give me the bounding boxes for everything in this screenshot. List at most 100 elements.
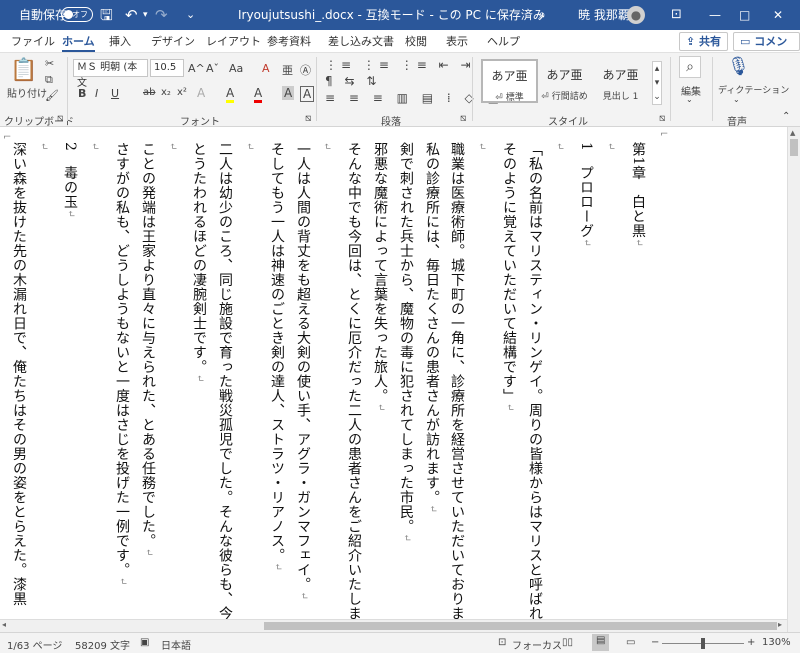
zoom-level[interactable]: 130% [762,637,791,648]
tab-references[interactable]: 参考資料 [267,33,311,49]
tab-insert[interactable]: 挿入 [109,33,131,49]
paragraph-mark: ↵ [605,142,616,151]
proofing-icon[interactable]: ▣ [140,637,149,648]
scroll-left-icon[interactable]: ◂ [2,620,6,629]
maximize-button[interactable]: □ [739,0,750,30]
ribbon-display-icon[interactable]: ⊡ [671,0,682,30]
paragraph-mark: ↵ [143,548,154,557]
autosave-toggle[interactable]: オフ [61,7,93,22]
paragraph-mark: ↵ [117,577,128,586]
paragraph-mark: ↵ [554,142,565,151]
tab-layout[interactable]: レイアウト [206,33,261,49]
zoom-slider-thumb[interactable] [701,638,705,649]
collapse-ribbon-icon[interactable]: ⌃ [782,111,790,122]
paste-label[interactable]: 貼り付け [7,85,47,100]
document-line: さすがの私も、どうしようもないと一度はさじを投げた一例です。↵ [112,142,132,586]
save-icon[interactable]: 🖫 [100,0,113,30]
vertical-scrollbar[interactable]: ▲ [787,127,800,632]
grow-font-icon[interactable]: A^ [188,62,205,75]
word-count[interactable]: 58209 文字 [75,637,130,652]
style-preview: あア亜 [491,69,528,83]
close-button[interactable]: ✕ [773,0,783,30]
highlight-icon[interactable]: A [226,86,235,103]
font-color-icon[interactable]: A [254,86,263,103]
line-text: 二人は幼少のころ、同じ施設で育った戦災孤児でした。そんな彼らも、今や [217,142,233,632]
bold-button[interactable]: B [78,87,86,100]
italic-button[interactable]: I [95,87,98,100]
vertical-scroll-thumb[interactable] [790,139,798,156]
shrink-font-icon[interactable]: Aˇ [206,62,219,75]
tab-help[interactable]: ヘルプ [487,33,520,49]
style-name: ⏎ 標準 [495,93,524,103]
web-layout-icon[interactable]: ▭ [626,637,635,648]
phonetic-guide-icon[interactable]: 亜 [282,62,293,78]
tab-home[interactable]: ホーム [62,33,95,52]
zoom-out-button[interactable]: − [651,637,659,648]
tab-view[interactable]: 表示 [446,33,468,49]
focus-icon[interactable]: ⊡ [498,637,506,648]
paragraph-mark: ↵ [167,142,178,151]
horizontal-scroll-thumb[interactable] [264,622,777,630]
scroll-right-icon[interactable]: ▸ [778,620,782,629]
char-border-icon[interactable]: A [300,86,315,102]
document-canvas[interactable]: ⌐ ⌐ 第1章 白と黒↵ ↵ 1 プロローグ↵ ↵ 「私の名前はマリスティン・リンゲイ。… [0,127,787,632]
language[interactable]: 日本語 [161,637,191,652]
text-effects-icon[interactable]: A [197,86,205,100]
style-preview: あア亜 [602,68,639,82]
styles-launcher-icon[interactable]: ⧅ [659,113,665,124]
find-icon[interactable]: ⌕ [679,56,701,78]
format-painter-icon[interactable]: 🖌 [45,89,59,102]
line-text: 私の診療所には、毎日たくさんの患者さんが訪れます。 [424,142,440,505]
tab-file[interactable]: ファイル [11,33,55,49]
zoom-in-button[interactable]: + [747,637,755,648]
undo-dropdown-icon[interactable]: ▾ [143,0,148,30]
enclose-char-icon[interactable]: Ⓐ [300,62,311,78]
font-size-field[interactable]: 10.5 [150,59,184,77]
print-layout-icon[interactable]: ▤ [592,634,610,651]
superscript-button[interactable]: x² [177,87,187,98]
font-launcher-icon[interactable]: ⧅ [305,113,311,124]
change-case-icon[interactable]: Aa [229,62,243,75]
styles-scroll[interactable]: ▴ ▾ ⌄ [652,61,662,105]
clear-formatting-icon[interactable]: A [262,62,270,75]
scroll-up-icon[interactable]: ▲ [790,129,795,137]
editing-dropdown-icon[interactable]: ⌄ [686,95,693,104]
copy-icon[interactable]: ⧉ [45,73,53,87]
minimize-button[interactable]: — [709,0,721,30]
share-button[interactable]: ⇪ 共有 [679,32,729,51]
subscript-button[interactable]: x₂ [161,87,171,98]
cut-icon[interactable]: ✂ [45,57,54,70]
list-icons[interactable]: ⋮≡ ⋮≡ ⋮≡ ⇤ ⇥ ⇵ [325,58,496,72]
paragraph-launcher-icon[interactable]: ⧅ [460,113,466,124]
paragraph-mark: ↵ [401,533,412,543]
sort-icons[interactable]: ¶ ⇆ ⇅ [325,74,380,88]
char-shading-icon[interactable]: A [282,86,295,100]
read-mode-icon[interactable]: ▯▯ [562,637,573,648]
line-text: 第1章 白と黒 [630,142,646,239]
clipboard-launcher-icon[interactable]: ⧅ [57,113,63,124]
dictation-label[interactable]: ディクテーション [718,83,789,96]
font-name-field[interactable]: ＭＳ 明朝 (本文 [73,59,148,89]
align-icons[interactable]: ≡ ≡ ≡ ▥ ▤ ⁞ ◇ ▦ [325,91,504,105]
tab-review[interactable]: 校閲 [405,33,427,49]
undo-icon[interactable]: ↶ [125,0,138,30]
style-normal[interactable]: あア亜 ⏎ 標準 [481,59,538,103]
strikethrough-button[interactable]: ab [143,87,155,98]
focus-label[interactable]: フォーカス [512,637,562,652]
underline-button[interactable]: U [111,87,119,100]
page-count[interactable]: 1/63 ページ [7,637,62,652]
style-no-spacing[interactable]: あア亜 ⏎ 行間詰め [536,59,593,103]
horizontal-scrollbar[interactable]: ◂ ▸ [0,619,787,632]
paste-icon[interactable]: 📋 [10,58,37,83]
redo-icon[interactable]: ↷ [155,0,168,30]
comments-button[interactable]: ▭ コメント [733,32,800,65]
tab-design[interactable]: デザイン [151,33,195,49]
style-heading-1[interactable]: あア亜 見出し 1 [592,59,649,103]
dictation-dropdown-icon[interactable]: ⌄ [733,95,740,104]
search-icon[interactable]: ⌕ [538,0,546,30]
line-text: 1 プロローグ [578,142,594,239]
microphone-icon[interactable]: 🎙 [727,56,750,77]
tab-mailings[interactable]: 差し込み文書 [328,33,394,49]
qat-customize-icon[interactable]: ⌄ [186,0,195,30]
avatar[interactable]: ● [627,6,645,24]
